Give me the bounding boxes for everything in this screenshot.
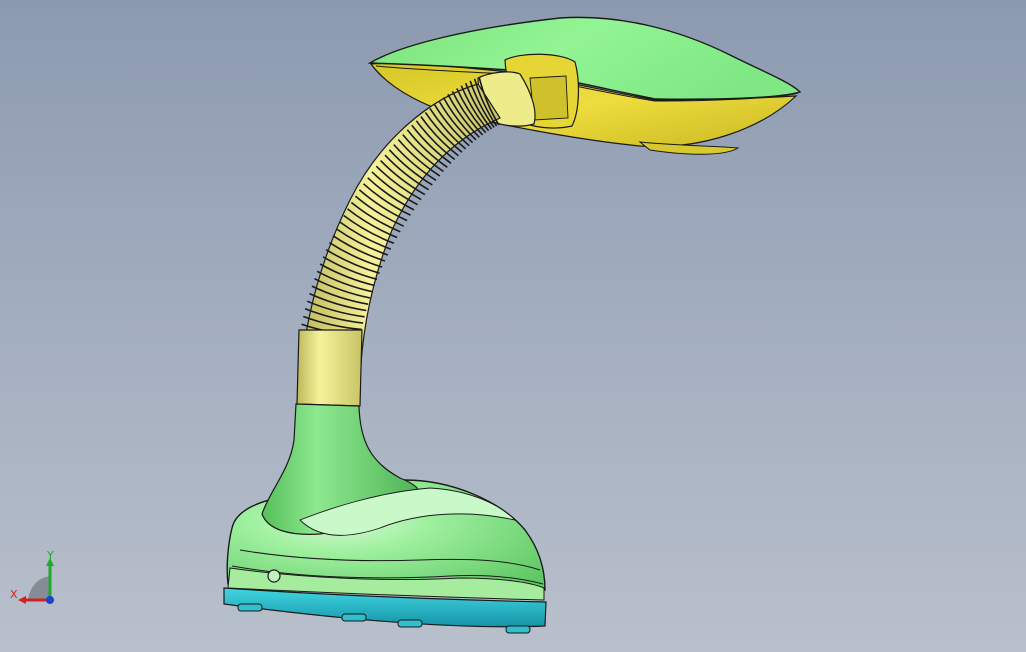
switch-button[interactable] [267,569,281,583]
triad-plane [28,576,50,600]
shade-socket-window [529,75,569,121]
base-foot [505,625,531,634]
lamp-base[interactable] [223,403,547,634]
y-axis-label: Y [46,550,54,562]
base-foot [397,619,423,628]
x-axis-label: X [10,588,18,601]
gooseneck-hose[interactable] [296,76,501,407]
desk-lamp-model[interactable] [0,0,1026,652]
hose-collar [296,329,363,407]
z-axis-dot [46,596,54,604]
axis-triad: X Y [10,550,54,604]
base-foot [341,613,367,622]
x-axis-arrow [18,596,26,604]
3d-viewport[interactable]: X Y [0,0,1026,652]
base-foot [237,603,263,612]
